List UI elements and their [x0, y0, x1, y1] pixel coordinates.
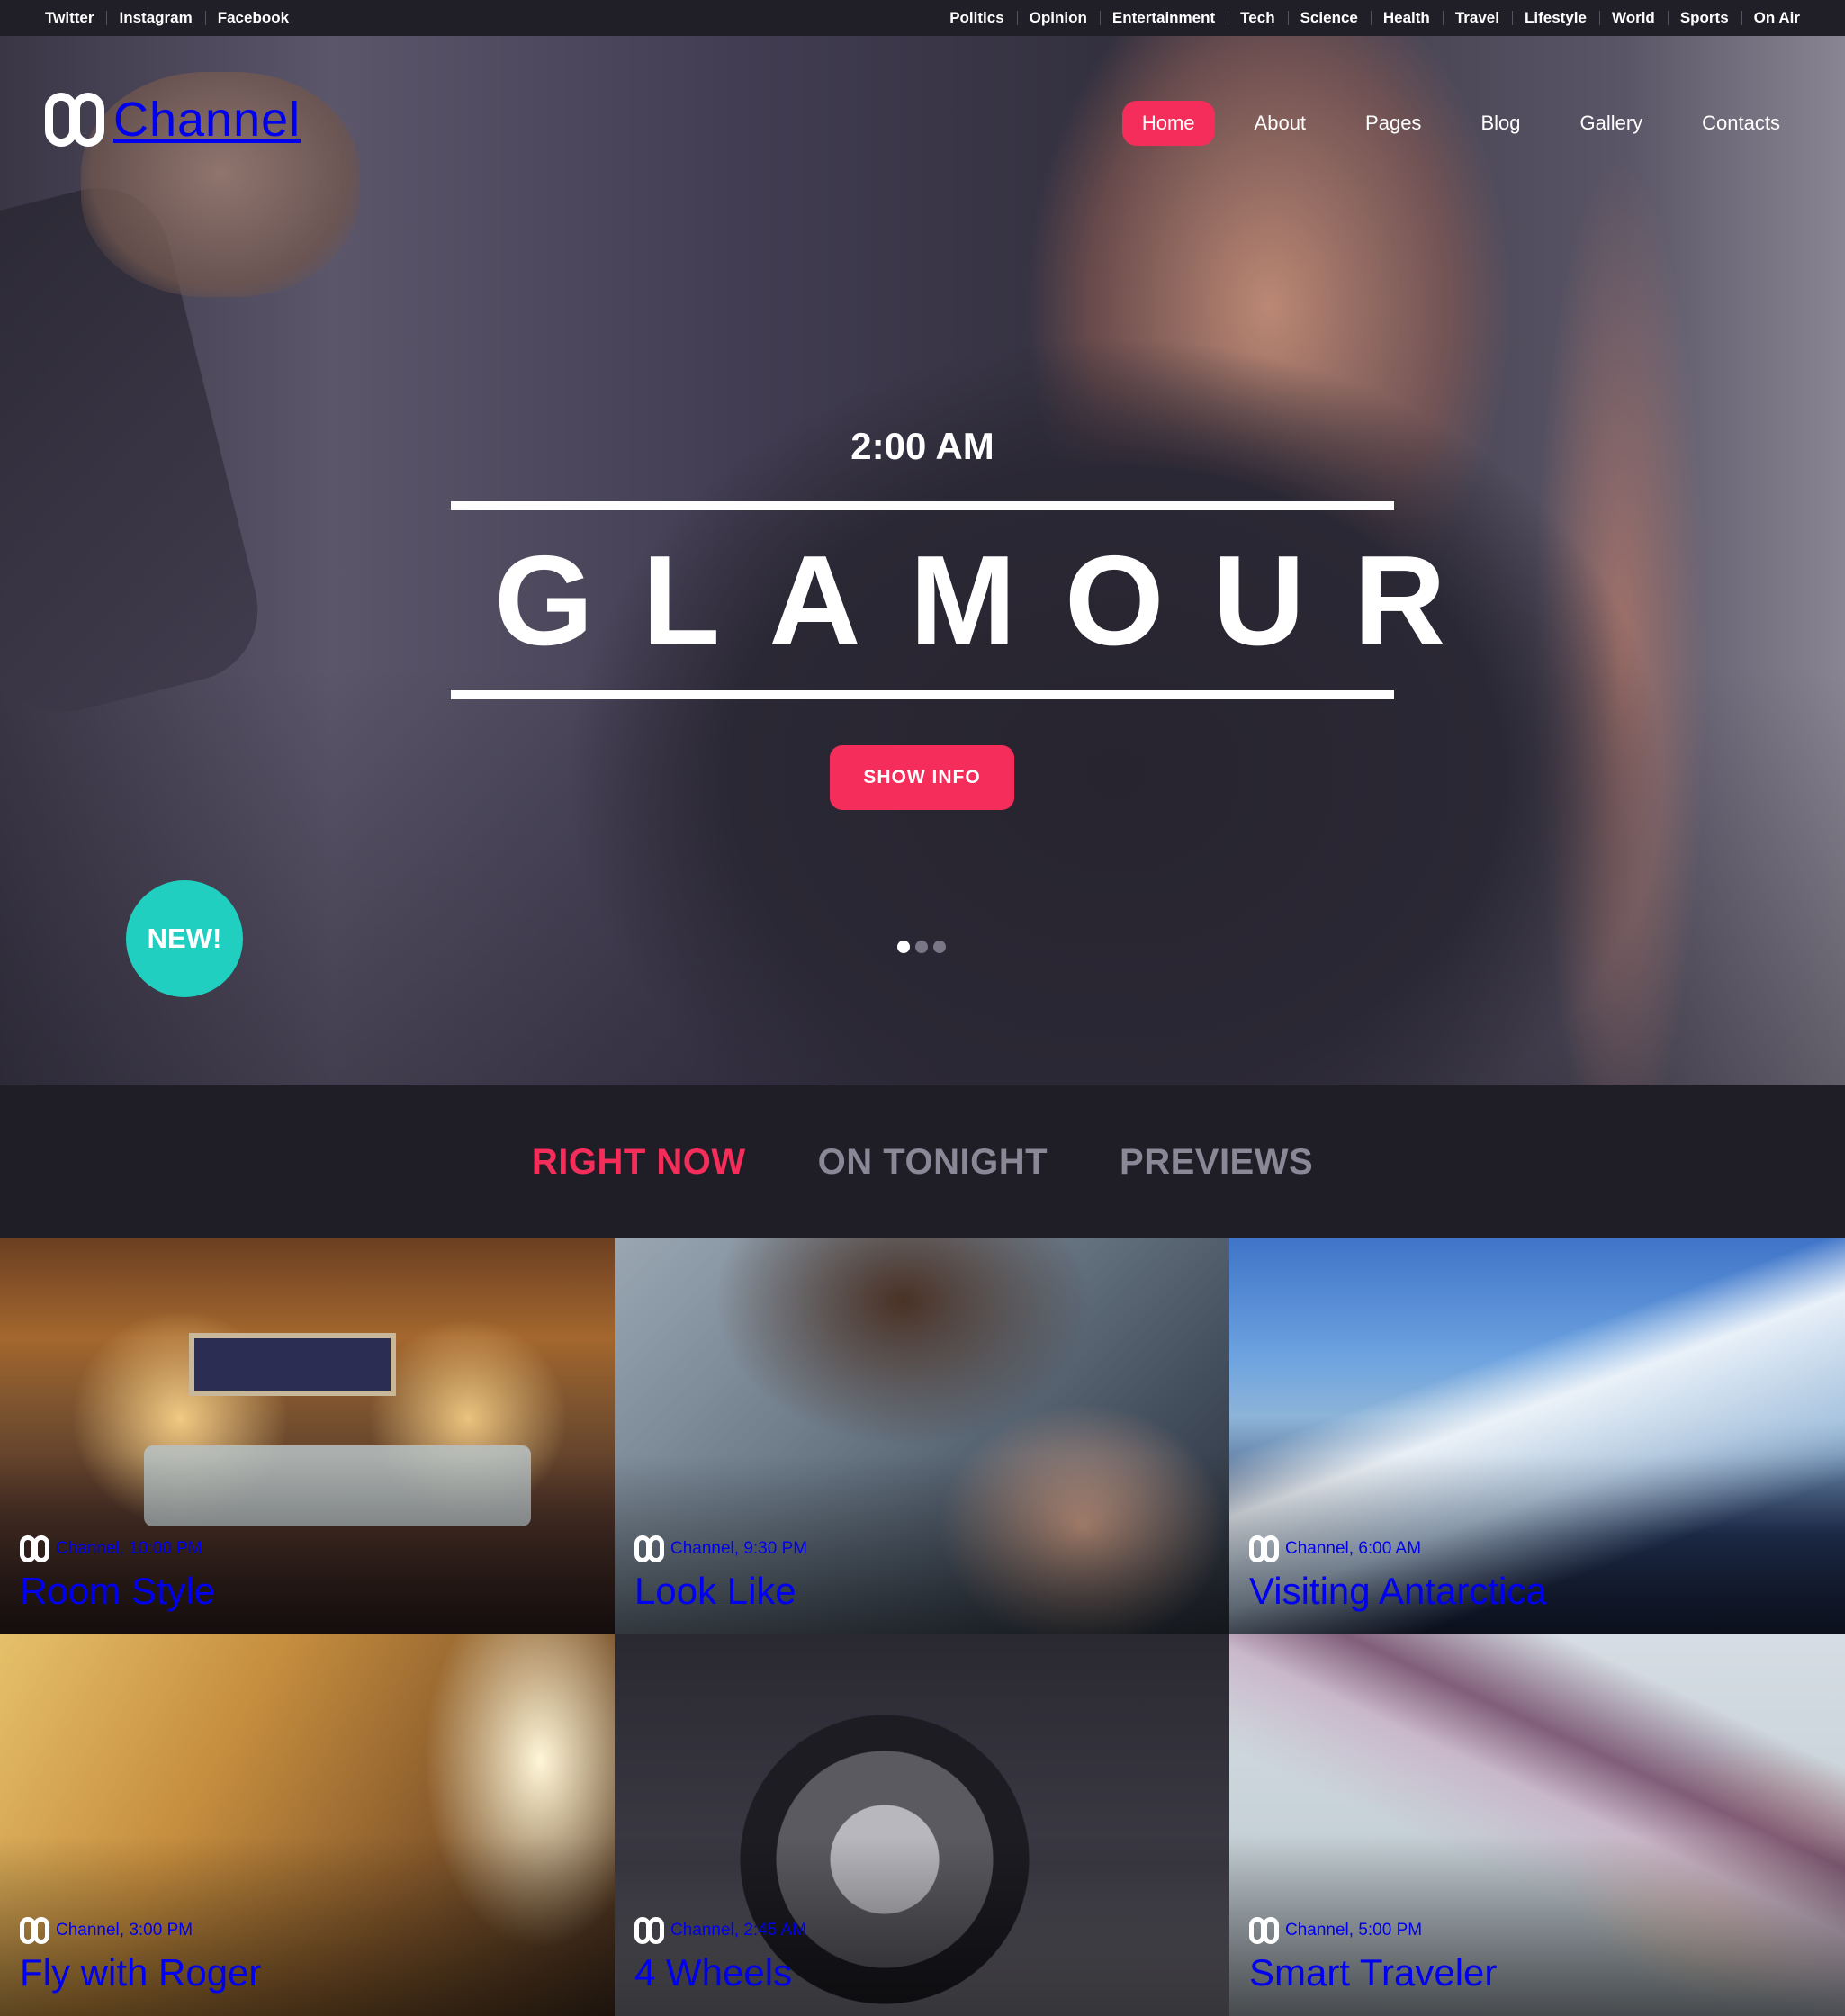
show-card[interactable]: Channel, 9:30 PM Look Like	[615, 1238, 1229, 1634]
show-card-time: Channel, 3:00 PM	[56, 1921, 194, 1940]
category-health[interactable]: Health	[1370, 9, 1443, 27]
instagram-link[interactable]: Instagram	[106, 9, 204, 27]
show-time: 2:00 AM	[850, 425, 994, 467]
nav-home[interactable]: Home	[1121, 101, 1215, 146]
show-card-meta: Channel, 2:45 AM	[634, 1917, 806, 1944]
category-lifestyle[interactable]: Lifestyle	[1511, 9, 1599, 27]
show-title: GLAMOUR	[494, 529, 1495, 672]
category-science[interactable]: Science	[1287, 9, 1371, 27]
facebook-link[interactable]: Facebook	[204, 9, 302, 27]
channel-logo-icon	[20, 1535, 50, 1562]
slider-dots	[897, 940, 951, 953]
nav-gallery[interactable]: Gallery	[1560, 101, 1662, 146]
title-rule-bottom	[451, 690, 1394, 699]
title-rule-top	[451, 501, 1394, 510]
category-on-air[interactable]: On Air	[1741, 9, 1800, 27]
show-card[interactable]: Channel, 2:45 AM 4 Wheels	[615, 1634, 1229, 2016]
show-card-meta: Channel, 5:00 PM	[1249, 1917, 1422, 1944]
show-card-meta: Channel, 6:00 AM	[1249, 1535, 1421, 1562]
show-card-title: Room Style	[20, 1570, 216, 1612]
new-badge: NEW!	[126, 880, 243, 997]
channel-logo-icon	[634, 1917, 664, 1944]
show-card-time: Channel, 2:45 AM	[670, 1921, 807, 1940]
show-card-meta: Channel, 10:00 PM	[20, 1535, 202, 1562]
site-logo[interactable]: Channel	[45, 92, 301, 148]
show-card-time: Channel, 5:00 PM	[1285, 1921, 1423, 1940]
category-tech[interactable]: Tech	[1228, 9, 1287, 27]
show-card-title: Look Like	[634, 1570, 796, 1612]
show-card-time: Channel, 10:00 PM	[56, 1539, 202, 1558]
show-card[interactable]: Channel, 6:00 AM Visiting Antarctica	[1229, 1238, 1845, 1634]
show-card-time: Channel, 6:00 AM	[1285, 1539, 1422, 1558]
tab-on-tonight[interactable]: ON TONIGHT	[818, 1142, 1048, 1183]
category-entertainment[interactable]: Entertainment	[1099, 9, 1228, 27]
category-links: Politics Opinion Entertainment Tech Scie…	[937, 9, 1800, 27]
nav-contacts[interactable]: Contacts	[1682, 101, 1800, 146]
top-bar: Twitter Instagram Facebook Politics Opin…	[0, 0, 1845, 36]
show-card[interactable]: Channel, 5:00 PM Smart Traveler	[1229, 1634, 1845, 2016]
main-nav: Home About Pages Blog Gallery Contacts	[1102, 101, 1800, 146]
hero-slider: Channel Home About Pages Blog Gallery Co…	[0, 36, 1845, 1085]
show-card-time: Channel, 9:30 PM	[670, 1539, 808, 1558]
nav-blog[interactable]: Blog	[1461, 101, 1540, 146]
show-card-meta: Channel, 3:00 PM	[20, 1917, 193, 1944]
show-grid: Channel, 10:00 PM Room Style Channel, 9:…	[0, 1238, 1845, 2016]
channel-logo-icon	[634, 1535, 664, 1562]
show-card[interactable]: Channel, 10:00 PM Room Style	[0, 1238, 615, 1634]
tab-previews[interactable]: PREVIEWS	[1120, 1142, 1313, 1183]
show-card-title: Smart Traveler	[1249, 1951, 1498, 1994]
category-world[interactable]: World	[1598, 9, 1668, 27]
channel-logo-icon	[1249, 1535, 1279, 1562]
show-card-title: Visiting Antarctica	[1249, 1570, 1547, 1612]
show-info-button[interactable]: SHOW INFO	[830, 745, 1014, 810]
nav-about[interactable]: About	[1235, 101, 1327, 146]
show-card-meta: Channel, 9:30 PM	[634, 1535, 807, 1562]
category-politics[interactable]: Politics	[937, 9, 1016, 27]
nav-pages[interactable]: Pages	[1346, 101, 1441, 146]
twitter-link[interactable]: Twitter	[45, 9, 106, 27]
logo-mark-icon	[45, 93, 104, 147]
social-links: Twitter Instagram Facebook	[45, 9, 302, 27]
show-card-title: Fly with Roger	[20, 1951, 262, 1994]
category-opinion[interactable]: Opinion	[1016, 9, 1100, 27]
slider-dot-3[interactable]	[933, 940, 946, 953]
channel-logo-icon	[1249, 1917, 1279, 1944]
show-card-title: 4 Wheels	[634, 1951, 793, 1994]
slider-dot-1[interactable]	[897, 940, 910, 953]
show-card[interactable]: Channel, 3:00 PM Fly with Roger	[0, 1634, 615, 2016]
category-travel[interactable]: Travel	[1442, 9, 1512, 27]
schedule-tabs: RIGHT NOW ON TONIGHT PREVIEWS	[0, 1085, 1845, 1238]
slider-dot-2[interactable]	[915, 940, 928, 953]
category-sports[interactable]: Sports	[1667, 9, 1742, 27]
tab-right-now[interactable]: RIGHT NOW	[532, 1142, 746, 1183]
logo-name: Channel	[113, 93, 302, 147]
channel-logo-icon	[20, 1917, 50, 1944]
